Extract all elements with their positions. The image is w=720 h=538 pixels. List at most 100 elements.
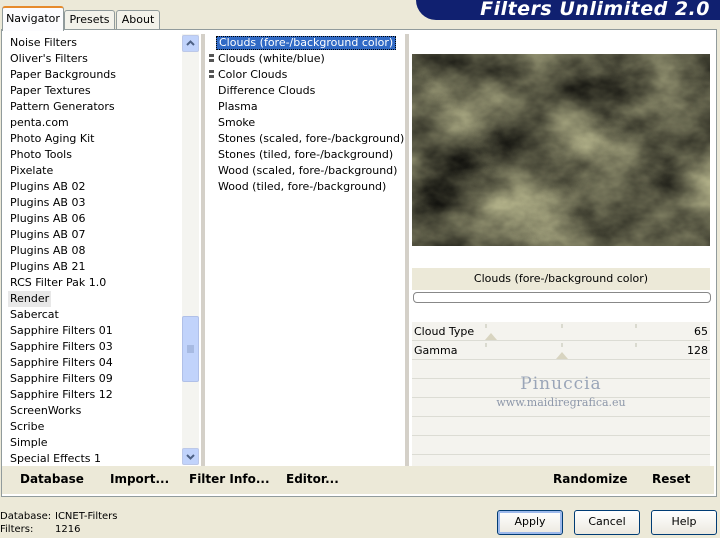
tab-about[interactable]: About: [116, 10, 160, 29]
category-item[interactable]: Sapphire Filters 12: [10, 387, 180, 403]
chevron-down-icon: [186, 454, 195, 460]
category-label: Plugins AB 07: [10, 228, 86, 241]
category-label: Plugins AB 08: [10, 244, 86, 257]
category-item[interactable]: Plugins AB 21: [10, 259, 180, 275]
category-label: RCS Filter Pak 1.0: [10, 276, 107, 289]
parameter-panel: Cloud Type 65 Gamma 128: [412, 322, 710, 467]
category-item[interactable]: Photo Aging Kit: [10, 131, 180, 147]
category-item[interactable]: Plugins AB 02: [10, 179, 180, 195]
category-label: Sapphire Filters 01: [10, 324, 113, 337]
category-label: Scribe: [10, 420, 45, 433]
category-label: Plugins AB 02: [10, 180, 86, 193]
help-button[interactable]: Help: [651, 510, 717, 535]
category-item[interactable]: Plugins AB 08: [10, 243, 180, 259]
category-label: Simple: [10, 436, 48, 449]
category-item[interactable]: Plugins AB 06: [10, 211, 180, 227]
category-label: Render: [8, 291, 52, 307]
filter-label: Stones (tiled, fore-/background): [218, 148, 394, 161]
bottom-toolbar: Database Import... Filter Info... Editor…: [2, 466, 714, 494]
editor-button[interactable]: Editor...: [286, 472, 339, 486]
status-filters-label: Filters:: [0, 524, 34, 535]
param-row-gamma[interactable]: Gamma 128: [412, 341, 710, 360]
category-item[interactable]: Render: [8, 291, 180, 307]
param-slider[interactable]: [412, 322, 710, 340]
category-item[interactable]: Sapphire Filters 04: [10, 355, 180, 371]
category-item[interactable]: Plugins AB 03: [10, 195, 180, 211]
category-item[interactable]: Special Effects 1: [10, 451, 180, 467]
category-scrollbar[interactable]: [182, 34, 199, 465]
category-label: Sapphire Filters 09: [10, 372, 113, 385]
tab-presets[interactable]: Presets: [64, 10, 115, 29]
divider: [201, 34, 205, 466]
category-item[interactable]: Noise Filters: [10, 35, 180, 51]
category-item[interactable]: Sapphire Filters 03: [10, 339, 180, 355]
category-item[interactable]: Sapphire Filters 01: [10, 323, 180, 339]
param-slider[interactable]: [412, 341, 710, 359]
filter-item[interactable]: Wood (scaled, fore-/background): [218, 163, 403, 179]
filter-item[interactable]: Stones (scaled, fore-/background): [218, 131, 405, 147]
filter-item[interactable]: Stones (tiled, fore-/background): [218, 147, 403, 163]
category-label: Sapphire Filters 12: [10, 388, 113, 401]
category-item[interactable]: RCS Filter Pak 1.0: [10, 275, 180, 291]
category-item[interactable]: Scribe: [10, 419, 180, 435]
category-item[interactable]: Sapphire Filters 09: [10, 371, 180, 387]
filter-item[interactable]: Smoke: [218, 115, 403, 131]
scroll-up-button[interactable]: [182, 35, 199, 52]
param-row-cloud-type[interactable]: Cloud Type 65: [412, 322, 710, 341]
filter-item[interactable]: Wood (tiled, fore-/background): [218, 179, 403, 195]
filter-label: Difference Clouds: [218, 84, 316, 97]
category-item[interactable]: Paper Textures: [10, 83, 180, 99]
filter-label: Smoke: [218, 116, 256, 129]
banner-title: Filters Unlimited 2.0: [480, 0, 710, 20]
category-item[interactable]: penta.com: [10, 115, 180, 131]
cancel-button[interactable]: Cancel: [574, 510, 640, 535]
category-label: Plugins AB 21: [10, 260, 86, 273]
progress-bar: [413, 292, 711, 303]
filter-info-button[interactable]: Filter Info...: [189, 472, 270, 486]
category-label: Photo Tools: [10, 148, 72, 161]
category-label: Pixelate: [10, 164, 54, 177]
tab-navigator[interactable]: Navigator: [2, 6, 64, 31]
category-label: Noise Filters: [10, 36, 77, 49]
filter-item[interactable]: Color Clouds: [218, 67, 403, 83]
category-label: Paper Backgrounds: [10, 68, 117, 81]
filter-item[interactable]: Clouds (white/blue): [218, 51, 403, 67]
filter-item[interactable]: Difference Clouds: [218, 83, 403, 99]
filter-label: Stones (scaled, fore-/background): [218, 132, 405, 145]
filter-list[interactable]: Clouds (fore-/background color) Clouds (w…: [216, 35, 405, 195]
filter-label: Plasma: [218, 100, 258, 113]
category-item[interactable]: Pixelate: [10, 163, 180, 179]
database-button[interactable]: Database: [20, 472, 84, 486]
status-database-value: ICNET-Filters: [55, 511, 118, 522]
status-database-label: Database:: [0, 511, 52, 522]
filter-label: Color Clouds: [218, 68, 288, 81]
import-button[interactable]: Import...: [110, 472, 169, 486]
filter-item[interactable]: Plasma: [218, 99, 403, 115]
preview-filter-name: Clouds (fore-/background color): [412, 268, 710, 290]
reset-button[interactable]: Reset: [652, 472, 690, 486]
category-item[interactable]: Paper Backgrounds: [10, 67, 180, 83]
drag-handle-icon: [209, 54, 215, 84]
category-label: Paper Textures: [10, 84, 91, 97]
category-label: Sapphire Filters 03: [10, 340, 113, 353]
category-item[interactable]: Plugins AB 07: [10, 227, 180, 243]
filter-label: Wood (scaled, fore-/background): [218, 164, 398, 177]
category-label: ScreenWorks: [10, 404, 82, 417]
category-list[interactable]: Noise Filters Oliver's Filters Paper Backg…: [8, 35, 180, 467]
category-label: Sabercat: [10, 308, 59, 321]
category-item[interactable]: Sabercat: [10, 307, 180, 323]
apply-button[interactable]: Apply: [497, 510, 563, 535]
category-item[interactable]: ScreenWorks: [10, 403, 180, 419]
divider: [405, 34, 409, 466]
scroll-thumb[interactable]: [182, 316, 199, 382]
category-item[interactable]: Simple: [10, 435, 180, 451]
category-item[interactable]: Pattern Generators: [10, 99, 180, 115]
category-item[interactable]: Oliver's Filters: [10, 51, 180, 67]
category-item[interactable]: Photo Tools: [10, 147, 180, 163]
category-label: Special Effects 1: [10, 452, 102, 465]
category-label: Oliver's Filters: [10, 52, 88, 65]
randomize-button[interactable]: Randomize: [553, 472, 627, 486]
filter-item[interactable]: Clouds (fore-/background color): [216, 35, 403, 51]
status-filters-value: 1216: [55, 524, 81, 535]
scroll-down-button[interactable]: [182, 448, 199, 465]
